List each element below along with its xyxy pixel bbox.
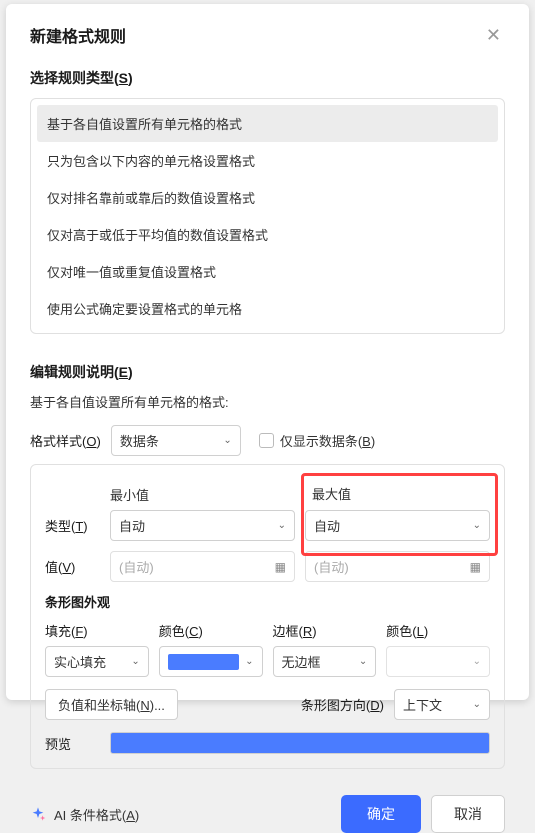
config-panel: x 最小值 最大值 类型(T) 自动 ⌄: [30, 464, 505, 769]
rule-type-section-title: 选择规则类型(S): [30, 68, 505, 88]
appearance-row: 实心填充 ⌄ ⌄ 无边框 ⌄ ⌄: [45, 646, 490, 677]
chevron-down-icon: ⌄: [473, 699, 481, 710]
rule-type-item-3[interactable]: 仅对高于或低于平均值的数值设置格式: [37, 216, 498, 253]
rule-type-item-1[interactable]: 只为包含以下内容的单元格设置格式: [37, 142, 498, 179]
value-min-input[interactable]: (自动) ▦: [110, 551, 295, 582]
chevron-down-icon: ⌄: [245, 656, 253, 667]
appearance-headers: 填充(F) 颜色(C) 边框(R) 颜色(L): [45, 621, 490, 640]
chevron-down-icon: ⌄: [473, 520, 481, 531]
type-label: 类型(T): [45, 516, 100, 535]
appearance-bottom-row: 负值和坐标轴(N)... 条形图方向(D) 上下文 ⌄: [45, 689, 490, 720]
color1-label: 颜色(C): [159, 621, 263, 640]
cancel-button[interactable]: 取消: [431, 795, 505, 833]
ai-conditional-format-link[interactable]: AI 条件格式(A): [30, 805, 139, 824]
rule-type-list: 基于各自值设置所有单元格的格式 只为包含以下内容的单元格设置格式 仅对排名靠前或…: [30, 98, 505, 334]
range-picker-icon[interactable]: ▦: [470, 560, 481, 574]
bar-direction-label: 条形图方向(D): [301, 695, 384, 714]
chevron-down-icon: ⌄: [473, 656, 481, 667]
bar-direction-select[interactable]: 上下文 ⌄: [394, 689, 490, 720]
show-bar-only-label: 仅显示数据条(B): [280, 431, 375, 450]
border-label: 边框(R): [273, 621, 377, 640]
min-value-header: 最小值: [110, 485, 295, 504]
footer-buttons: 确定 取消: [341, 795, 505, 833]
color2-label: 颜色(L): [386, 621, 490, 640]
close-icon[interactable]: ✕: [482, 22, 505, 48]
preview-row: 预览: [45, 732, 490, 754]
chevron-down-icon: ⌄: [223, 435, 231, 446]
type-row: 类型(T) 自动 ⌄ 自动 ⌄: [45, 510, 490, 541]
dialog-footer: AI 条件格式(A) 确定 取消: [30, 787, 505, 833]
format-style-row: 格式样式(O) 数据条 ⌄ 仅显示数据条(B): [30, 425, 505, 456]
bar-color-swatch: [168, 654, 239, 670]
fill-label: 填充(F): [45, 621, 149, 640]
bar-color-select[interactable]: ⌄: [159, 646, 263, 677]
value-label: 值(V): [45, 557, 100, 576]
preview-label: 预览: [45, 734, 100, 753]
range-picker-icon[interactable]: ▦: [275, 560, 286, 574]
fill-select[interactable]: 实心填充 ⌄: [45, 646, 149, 677]
border-color-swatch: [395, 654, 472, 670]
format-style-select[interactable]: 数据条 ⌄: [111, 425, 241, 456]
dialog-header: 新建格式规则 ✕: [30, 4, 505, 68]
rule-type-item-4[interactable]: 仅对唯一值或重复值设置格式: [37, 253, 498, 290]
show-bar-only-checkbox[interactable]: [259, 433, 274, 448]
type-max-select[interactable]: 自动 ⌄: [305, 510, 490, 541]
chevron-down-icon: ⌄: [131, 656, 139, 667]
type-min-select[interactable]: 自动 ⌄: [110, 510, 295, 541]
dialog-title: 新建格式规则: [30, 23, 126, 47]
max-value-header: 最大值: [312, 484, 487, 503]
new-format-rule-dialog: 新建格式规则 ✕ 选择规则类型(S) 基于各自值设置所有单元格的格式 只为包含以…: [6, 4, 529, 700]
rule-desc-text: 基于各自值设置所有单元格的格式:: [30, 392, 505, 411]
format-style-label: 格式样式(O): [30, 431, 101, 450]
ai-sparkle-icon: [30, 806, 46, 822]
rule-type-item-0[interactable]: 基于各自值设置所有单元格的格式: [37, 105, 498, 142]
preview-bar: [110, 732, 490, 754]
border-select[interactable]: 无边框 ⌄: [273, 646, 377, 677]
ok-button[interactable]: 确定: [341, 795, 421, 833]
chevron-down-icon: ⌄: [278, 520, 286, 531]
rule-type-item-2[interactable]: 仅对排名靠前或靠后的数值设置格式: [37, 179, 498, 216]
border-color-select[interactable]: ⌄: [386, 646, 490, 677]
negative-axis-button[interactable]: 负值和坐标轴(N)...: [45, 689, 178, 720]
appearance-title: 条形图外观: [45, 592, 490, 611]
rule-desc-section-title: 编辑规则说明(E): [30, 362, 505, 382]
rule-type-item-5[interactable]: 使用公式确定要设置格式的单元格: [37, 290, 498, 327]
chevron-down-icon: ⌄: [359, 656, 367, 667]
show-bar-only-checkbox-wrap[interactable]: 仅显示数据条(B): [259, 431, 375, 450]
